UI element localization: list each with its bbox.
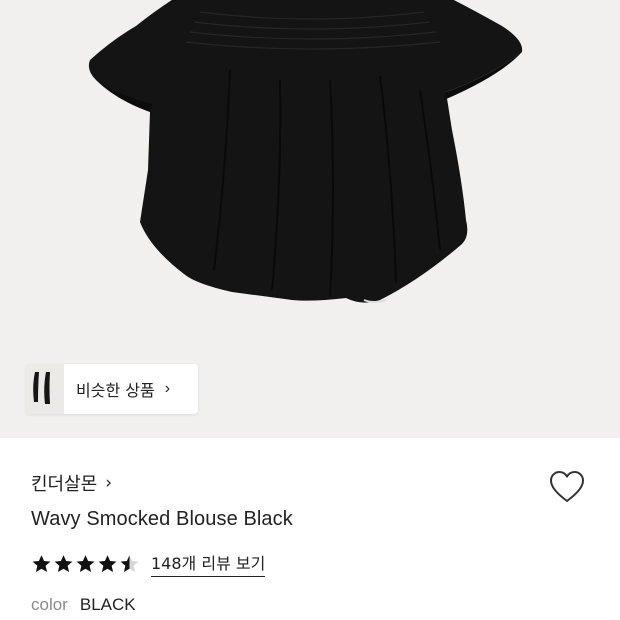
star-icon	[32, 554, 51, 572]
product-info: 킨더살몬 ›	[31, 468, 620, 498]
brand-name: 킨더살몬	[31, 474, 98, 495]
star-icon	[120, 554, 139, 572]
product-title: Wavy Smocked Blouse Black	[31, 508, 293, 530]
star-icon	[54, 554, 73, 572]
color-option: color BLACK	[31, 595, 136, 615]
similar-products-thumbnail	[26, 364, 64, 414]
brand-link[interactable]: 킨더살몬 ›	[31, 468, 620, 498]
similar-products-label: 비슷한 상품	[76, 381, 155, 400]
wishlist-button[interactable]	[549, 470, 585, 504]
color-label: color	[31, 595, 68, 614]
chevron-right-icon: ›	[164, 380, 171, 397]
rating-row: 148개 리뷰 보기	[31, 550, 266, 577]
product-image-area[interactable]: 비슷한 상품 ›	[0, 0, 620, 438]
heart-outline-icon	[550, 471, 584, 502]
similar-products-button[interactable]: 비슷한 상품 ›	[26, 364, 198, 414]
reviews-link[interactable]: 148개 리뷰 보기	[151, 550, 266, 577]
chevron-right-icon: ›	[105, 473, 113, 493]
star-icon	[98, 554, 117, 572]
star-icon	[76, 554, 95, 572]
color-value: BLACK	[79, 595, 136, 614]
star-rating	[31, 554, 141, 574]
